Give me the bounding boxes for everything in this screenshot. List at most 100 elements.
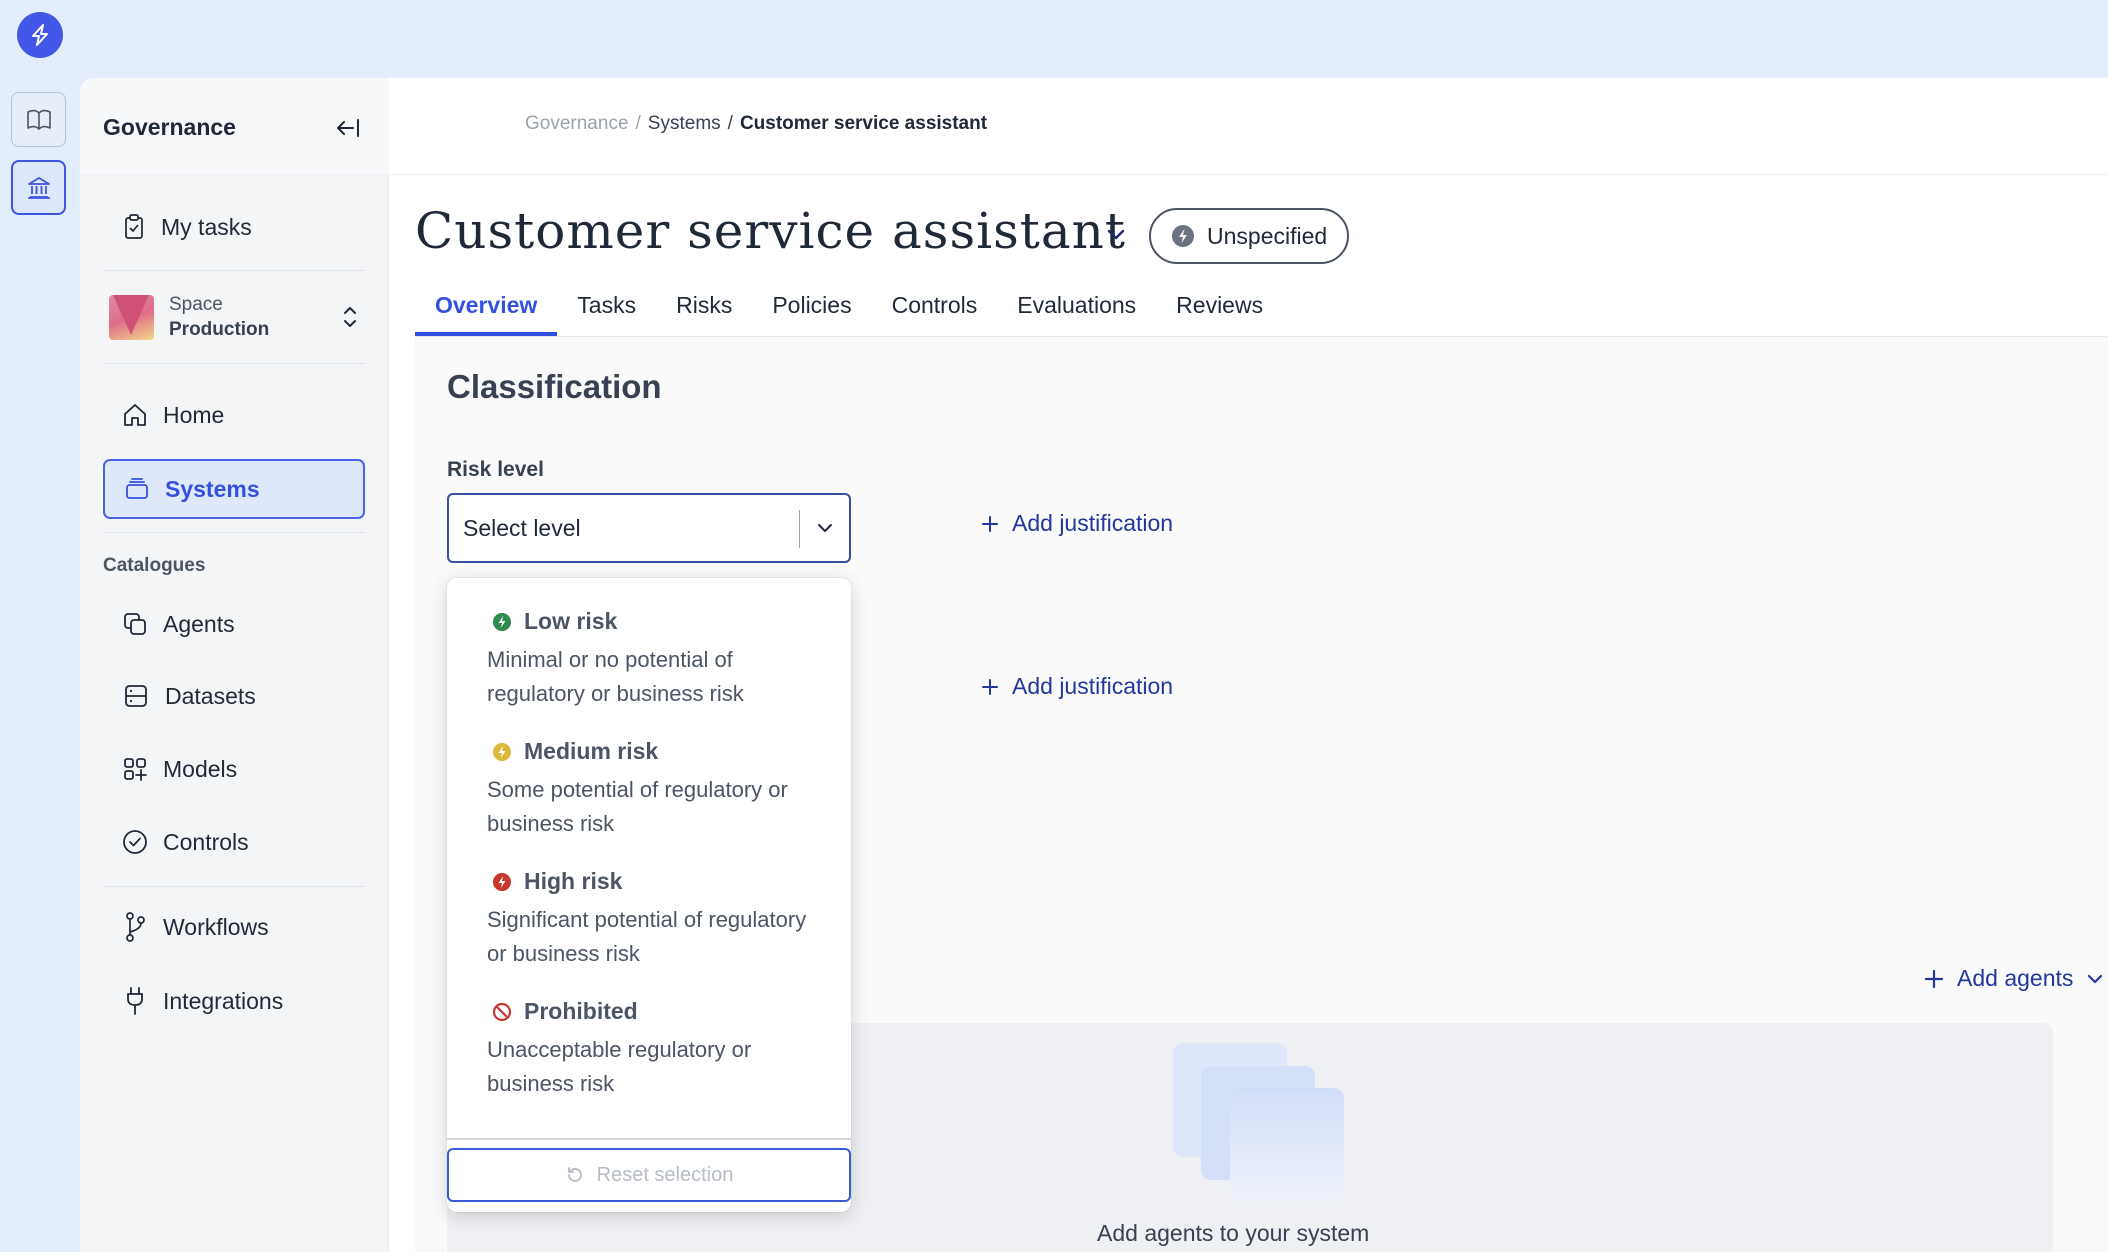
risk-option-high[interactable]: High risk Significant potential of regul…: [487, 868, 817, 971]
prohibited-icon: [492, 1002, 512, 1021]
tab-tasks[interactable]: Tasks: [557, 288, 656, 336]
sidebar-item-label: Datasets: [165, 682, 256, 709]
risk-option-title: High risk: [524, 868, 623, 894]
app-panel: Governance My tasks Space Production Hom…: [80, 78, 2108, 1252]
risk-option-desc: Some potential of regulatory or business…: [487, 777, 788, 836]
sidebar-divider: [103, 532, 365, 533]
tab-evaluations[interactable]: Evaluations: [997, 288, 1156, 336]
bolt-circle-icon: [493, 612, 511, 631]
dropdown-divider: [447, 1138, 851, 1140]
breadcrumb: Governance / Systems / Customer service …: [525, 113, 988, 135]
sidebar: Governance My tasks Space Production Hom…: [80, 78, 389, 1252]
sidebar-item-label: Controls: [163, 828, 249, 855]
sidebar-header: Governance: [80, 78, 389, 175]
risk-option-medium[interactable]: Medium risk Some potential of regulatory…: [487, 738, 817, 841]
sidebar-divider: [103, 886, 365, 887]
add-agents-label: Add agents: [1957, 965, 2074, 991]
add-justification-label: Add justification: [1012, 510, 1174, 536]
rail-governance-button[interactable]: [11, 160, 66, 215]
tab-reviews[interactable]: Reviews: [1156, 288, 1283, 336]
sidebar-item-models[interactable]: Models: [103, 739, 365, 799]
add-justification-button-2[interactable]: Add justification: [980, 673, 1173, 700]
risk-option-title: Prohibited: [524, 998, 638, 1024]
systems-icon: [126, 478, 148, 499]
tab-risks[interactable]: Risks: [656, 288, 752, 336]
risk-option-title: Low risk: [524, 608, 618, 634]
sidebar-item-datasets[interactable]: Datasets: [103, 666, 365, 726]
chevron-down-icon: [2088, 974, 2103, 983]
sidebar-item-controls[interactable]: Controls: [103, 812, 365, 872]
breadcrumb-parent[interactable]: Systems: [648, 113, 721, 135]
sidebar-divider: [103, 270, 365, 271]
reset-icon: [567, 1167, 582, 1182]
models-icon: [124, 758, 147, 781]
reset-selection-button[interactable]: Reset selection: [447, 1148, 851, 1202]
tab-controls[interactable]: Controls: [872, 288, 998, 336]
bolt-circle-icon: [493, 742, 511, 761]
bank-icon: [27, 176, 50, 199]
sidebar-item-label: Agents: [163, 610, 235, 637]
sidebar-item-home[interactable]: Home: [103, 385, 365, 445]
clipboard-check-icon: [125, 214, 143, 239]
space-avatar: [109, 294, 154, 340]
space-switcher[interactable]: Space Production: [103, 278, 365, 356]
sidebar-item-systems[interactable]: Systems: [103, 459, 365, 519]
risk-level-select-value: Select level: [463, 514, 581, 541]
tab-bar: Overview Tasks Risks Policies Controls E…: [415, 288, 1283, 336]
risk-option-desc: Significant potential of regulatory or b…: [487, 907, 807, 966]
status-badge[interactable]: Unspecified: [1149, 208, 1350, 264]
add-agents-button[interactable]: Add agents: [1923, 965, 2105, 992]
sidebar-item-integrations[interactable]: Integrations: [103, 971, 365, 1031]
sidebar-title: Governance: [103, 114, 236, 140]
risk-option-desc: Minimal or no potential of regulatory or…: [487, 647, 744, 706]
reset-selection-label: Reset selection: [596, 1163, 734, 1186]
page-title: Customer service assistant: [415, 202, 1126, 260]
main-content: Governance / Systems / Customer service …: [390, 78, 2108, 1252]
bolt-circle-icon: [1172, 225, 1194, 247]
collapse-sidebar-button[interactable]: [332, 112, 364, 144]
sidebar-item-workflows[interactable]: Workflows: [103, 897, 365, 957]
risk-option-prohibited[interactable]: Prohibited Unacceptable regulatory or bu…: [487, 998, 817, 1101]
risk-level-label: Risk level: [447, 458, 544, 481]
sidebar-divider: [103, 363, 365, 364]
add-justification-button[interactable]: Add justification: [980, 510, 1173, 537]
select-separator: [799, 510, 800, 548]
sidebar-item-my-tasks[interactable]: My tasks: [103, 197, 365, 257]
title-menu-button[interactable]: [1102, 220, 1130, 248]
classification-heading: Classification: [447, 368, 662, 405]
breadcrumb-current: Customer service assistant: [739, 113, 988, 134]
agents-empty-text: Add agents to your system: [1097, 1220, 1370, 1246]
chevron-down-icon: [818, 524, 832, 532]
tab-policies[interactable]: Policies: [752, 288, 871, 336]
space-value: Production: [169, 318, 270, 340]
risk-option-low[interactable]: Low risk Minimal or no potential of regu…: [487, 608, 817, 711]
sidebar-item-label: Integrations: [163, 987, 284, 1014]
plug-icon: [127, 987, 143, 1015]
rail-docs-button[interactable]: [11, 92, 66, 147]
check-circle-icon: [123, 830, 147, 854]
header-divider: [390, 174, 2108, 175]
status-badge-label: Unspecified: [1207, 222, 1328, 249]
chevron-up-down-icon: [344, 307, 356, 327]
risk-level-dropdown: Low risk Minimal or no potential of regu…: [447, 578, 851, 1212]
catalogues-section-label: Catalogues: [103, 555, 206, 576]
sidebar-item-agents[interactable]: Agents: [103, 594, 365, 654]
sidebar-item-label: Models: [163, 755, 238, 782]
add-justification-label: Add justification: [1012, 673, 1174, 699]
app-logo[interactable]: [17, 12, 63, 58]
sidebar-item-label: Systems: [165, 475, 260, 502]
space-label: Space: [169, 293, 223, 315]
datasets-icon: [125, 685, 147, 707]
plus-icon: [982, 678, 998, 695]
empty-state-illustration: [1230, 1088, 1344, 1202]
bolt-circle-icon: [493, 872, 511, 891]
git-branch-icon: [126, 912, 145, 942]
breadcrumb-root[interactable]: Governance: [525, 113, 629, 135]
sidebar-item-label: Home: [163, 401, 225, 428]
sidebar-item-label: Workflows: [163, 913, 269, 940]
plus-icon: [982, 515, 998, 532]
risk-level-select[interactable]: Select level: [447, 493, 851, 563]
logo-icon: [32, 24, 48, 46]
home-icon: [124, 404, 146, 426]
tab-overview[interactable]: Overview: [415, 288, 558, 336]
